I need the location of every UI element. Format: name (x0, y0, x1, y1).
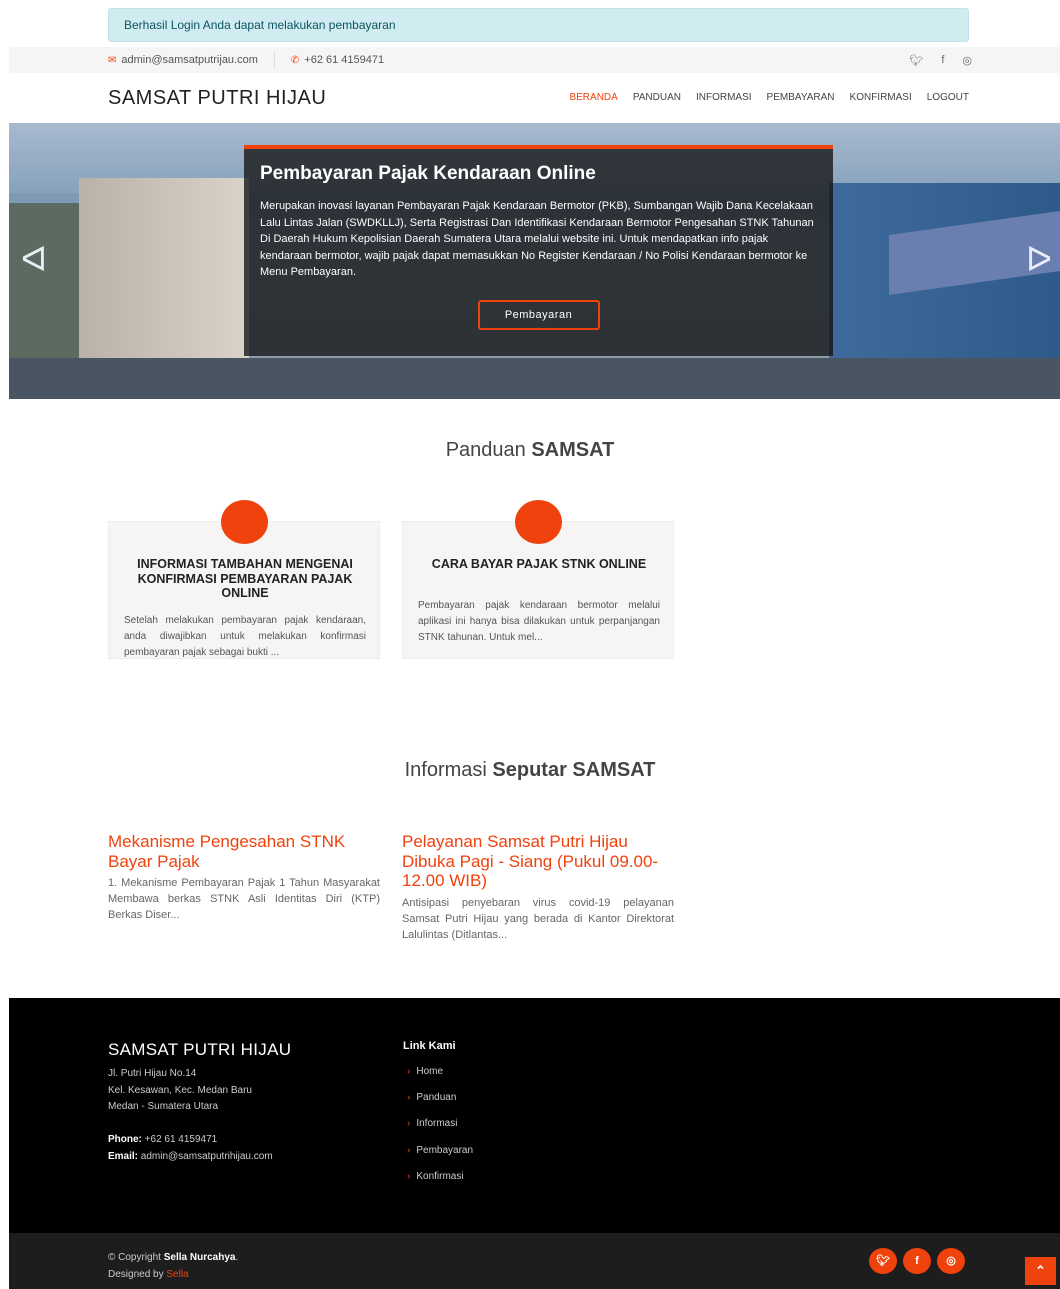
twitter-icon[interactable]: 🐦︎ (869, 1248, 897, 1274)
card-title[interactable]: CARA BAYAR PAJAK STNK ONLINE (403, 557, 675, 572)
copyright-suffix: . (235, 1252, 239, 1263)
informasi-section-title: Informasi Seputar SAMSAT (0, 759, 1060, 782)
footer-link-label: Panduan (416, 1092, 457, 1104)
footer-links-title: Link Kami (403, 1040, 456, 1052)
copyright-text: © Copyright Sella Nurcahya. Designed by … (108, 1249, 238, 1283)
footer-brand: SAMSAT PUTRI HIJAU (108, 1040, 292, 1059)
nav-logout[interactable]: LOGOUT (927, 92, 969, 103)
card-circle-icon (515, 500, 562, 544)
card-text: Pembayaran pajak kendaraan bermotor mela… (418, 600, 660, 643)
chevron-right-icon: › (407, 1092, 411, 1104)
footer-email[interactable]: admin@samsatputrihijau.com (138, 1151, 273, 1162)
card-circle-icon (221, 500, 268, 544)
nav-pembayaran[interactable]: PEMBAYARAN (767, 92, 835, 103)
phone-text: +62 61 4159471 (304, 54, 385, 66)
divider (273, 52, 275, 68)
footer-link-label: Informasi (416, 1118, 458, 1130)
instagram-icon[interactable]: ◎ (937, 1248, 965, 1274)
address-line: Jl. Putri Hijau No.14 (108, 1068, 197, 1079)
site-footer: SAMSAT PUTRI HIJAU Jl. Putri Hijau No.14… (9, 998, 1060, 1233)
footer-link-home[interactable]: › Home (407, 1066, 473, 1092)
copyright-name: Sella Nurcahya (163, 1252, 236, 1263)
panduan-section-title: Panduan SAMSAT (0, 439, 1060, 462)
footer-link-panduan[interactable]: › Panduan (407, 1092, 473, 1118)
email-text: admin@samsatputrijau.com (121, 54, 258, 66)
envelope-icon: ✉ (108, 54, 117, 66)
chevron-up-icon: ⌃ (1035, 1263, 1046, 1278)
login-success-alert: Berhasil Login Anda dapat melakukan pemb… (108, 8, 969, 42)
hero-caption: Pembayaran Pajak Kendaraan Online Merupa… (244, 145, 833, 356)
phone-label: Phone: (108, 1134, 142, 1145)
info-post: Mekanisme Pengesahan STNK Bayar Pajak 1.… (108, 832, 380, 923)
chevron-right-icon: › (407, 1144, 411, 1156)
copyright-bar: © Copyright Sella Nurcahya. Designed by … (9, 1233, 1060, 1289)
slider-next-icon[interactable]: ᐅ (1026, 243, 1052, 277)
chevron-right-icon: › (407, 1170, 411, 1182)
site-header: SAMSAT PUTRI HIJAU BERANDA PANDUAN INFOR… (9, 73, 1060, 123)
footer-phone: +62 61 4159471 (141, 1134, 218, 1145)
instagram-icon[interactable]: ◎ (962, 54, 972, 67)
back-to-top-button[interactable]: ⌃ (1025, 1257, 1056, 1285)
email-contact[interactable]: ✉ admin@samsatputrijau.com (108, 54, 258, 66)
main-nav: BERANDA PANDUAN INFORMASI PEMBAYARAN KON… (569, 92, 969, 103)
panduan-card[interactable]: INFORMASI TAMBAHAN MENGENAI KONFIRMASI P… (108, 500, 381, 659)
nav-panduan[interactable]: PANDUAN (633, 92, 681, 103)
email-label: Email: (108, 1150, 139, 1162)
info-post: Pelayanan Samsat Putri Hijau Dibuka Pagi… (402, 832, 674, 943)
footer-links: › Home › Panduan › Informasi › Pembayaran › K… (407, 1066, 473, 1197)
nav-beranda[interactable]: BERANDA (569, 92, 617, 103)
panduan-title-plain: Panduan (445, 439, 532, 461)
informasi-title-plain: Informasi (404, 759, 493, 781)
address-line: Kel. Kesawan, Kec. Medan Baru (108, 1084, 252, 1096)
post-excerpt: 1. Mekanisme Pembayaran Pajak 1 Tahun Ma… (108, 877, 380, 921)
twitter-icon[interactable]: 🐦︎ (909, 54, 923, 67)
footer-link-pembayaran[interactable]: › Pembayaran (407, 1145, 473, 1171)
facebook-icon[interactable]: f (941, 54, 944, 66)
hero-text: Merupakan inovasi layanan Pembayaran Paj… (260, 200, 814, 278)
panduan-title-bold: SAMSAT (531, 439, 615, 461)
site-logo[interactable]: SAMSAT PUTRI HIJAU (108, 87, 326, 110)
slider-prev-icon[interactable]: ᐊ (21, 243, 47, 277)
hero-background-ground (9, 358, 1060, 399)
top-social-links: 🐦︎ f ◎ (909, 47, 972, 73)
footer-link-informasi[interactable]: › Informasi (407, 1118, 473, 1144)
hero-slider: ᐊ ᐅ Pembayaran Pajak Kendaraan Online Me… (9, 123, 1060, 399)
post-title[interactable]: Mekanisme Pengesahan STNK Bayar Pajak (108, 832, 380, 871)
chevron-right-icon: › (407, 1066, 411, 1077)
footer-link-label: Pembayaran (416, 1144, 474, 1156)
footer-link-label: Konfirmasi (416, 1170, 464, 1182)
phone-contact[interactable]: ✆ +62 61 4159471 (291, 54, 384, 66)
card-title[interactable]: INFORMASI TAMBAHAN MENGENAI KONFIRMASI P… (109, 557, 381, 601)
footer-link-label: Home (416, 1066, 444, 1077)
informasi-title-bold: Seputar SAMSAT (492, 759, 656, 781)
post-excerpt: Antisipasi penyebaran virus covid-19 pel… (402, 896, 674, 941)
footer-address: Jl. Putri Hijau No.14 Kel. Kesawan, Kec.… (108, 1066, 252, 1116)
card-text: Setelah melakukan pembayaran pajak kenda… (124, 615, 366, 658)
copyright-prefix: © Copyright (108, 1252, 164, 1263)
top-contact-bar: ✉ admin@samsatputrijau.com ✆ +62 61 4159… (9, 47, 1060, 73)
designed-prefix: Designed by (108, 1269, 167, 1280)
nav-informasi[interactable]: INFORMASI (696, 92, 752, 103)
post-title[interactable]: Pelayanan Samsat Putri Hijau Dibuka Pagi… (402, 832, 674, 891)
address-line: Medan - Sumatera Utara (108, 1101, 219, 1112)
hero-title: Pembayaran Pajak Kendaraan Online (260, 163, 596, 184)
facebook-icon[interactable]: f (903, 1248, 931, 1274)
phone-icon: ✆ (290, 54, 300, 66)
footer-link-konfirmasi[interactable]: › Konfirmasi (407, 1171, 473, 1197)
nav-konfirmasi[interactable]: KONFIRMASI (850, 92, 912, 103)
footer-social-links: 🐦︎ f ◎ (869, 1248, 965, 1274)
panduan-card[interactable]: CARA BAYAR PAJAK STNK ONLINE Pembayaran … (402, 500, 675, 659)
chevron-right-icon: › (407, 1118, 411, 1130)
footer-contact: Phone: +62 61 4159471 Email: admin@samsa… (108, 1132, 273, 1165)
contact-info: ✉ admin@samsatputrijau.com ✆ +62 61 4159… (108, 47, 384, 73)
pembayaran-button[interactable]: Pembayaran (477, 299, 600, 330)
designer-link[interactable]: Sella (166, 1269, 188, 1280)
